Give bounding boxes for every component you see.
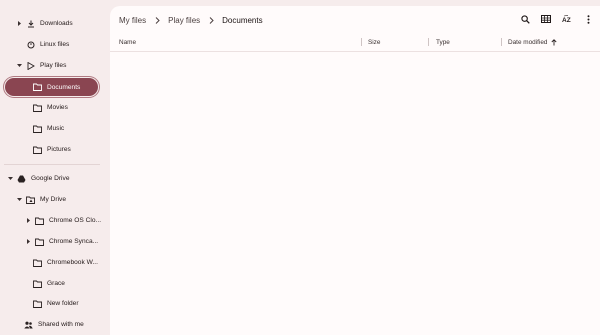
sidebar-item-label: Play files <box>40 62 67 69</box>
sidebar-item-label: Music <box>47 125 65 132</box>
sidebar-item-play-files[interactable]: Play files <box>16 56 66 75</box>
sidebar-item-my-drive[interactable]: My Drive <box>16 190 66 209</box>
chevron-down-icon[interactable] <box>16 62 23 69</box>
breadcrumb-play-files[interactable]: Play files <box>168 16 200 25</box>
column-resize-handle[interactable] <box>361 38 362 46</box>
column-header-label: Date modified <box>508 39 548 46</box>
play-icon <box>26 61 35 70</box>
download-icon <box>26 19 35 28</box>
sidebar-divider <box>4 164 100 165</box>
folder-icon <box>33 299 42 308</box>
chevron-right-icon[interactable] <box>16 20 23 27</box>
breadcrumb-documents[interactable]: Documents <box>222 16 262 25</box>
sidebar-item-downloads[interactable]: Downloads <box>16 14 73 33</box>
sidebar-item-linux-files[interactable]: Linux files <box>26 35 69 54</box>
linux-penguin-icon <box>26 40 35 49</box>
folder-icon <box>33 258 42 267</box>
file-list-panel: My files Play files Documents AZ Name Si <box>110 6 600 335</box>
sidebar-item-chromebook[interactable]: Chromebook W... <box>33 253 98 272</box>
switch-view-button[interactable] <box>538 11 554 27</box>
sort-ascending-arrow-icon <box>551 39 557 46</box>
folder-icon <box>33 124 42 133</box>
column-header-size[interactable]: Size <box>368 33 380 52</box>
column-header-row: Name Size Type Date modified <box>110 33 600 52</box>
sidebar-item-pictures[interactable]: Pictures <box>33 140 71 159</box>
sidebar-item-label: Pictures <box>47 146 71 153</box>
sidebar-item-documents[interactable]: Documents <box>5 78 98 96</box>
column-header-type[interactable]: Type <box>436 33 450 52</box>
sidebar-item-label: New folder <box>47 300 79 307</box>
folder-icon <box>35 216 44 225</box>
column-header-date-modified[interactable]: Date modified <box>508 33 557 52</box>
more-vert-icon <box>587 14 590 24</box>
folder-icon <box>33 145 42 154</box>
sidebar-item-music[interactable]: Music <box>33 119 64 138</box>
search-icon <box>520 14 530 24</box>
scrollbar[interactable] <box>596 6 600 335</box>
sidebar-item-label: My Drive <box>40 196 67 203</box>
grid-view-icon <box>541 15 551 23</box>
sidebar-item-chrome-sync[interactable]: Chrome Synca... <box>25 232 98 251</box>
more-options-button[interactable] <box>580 11 596 27</box>
column-resize-handle[interactable] <box>428 38 429 46</box>
sidebar-item-grace[interactable]: Grace <box>33 274 65 293</box>
chevron-right-icon <box>209 16 214 24</box>
folder-icon <box>33 103 42 112</box>
chevron-down-icon[interactable] <box>16 196 23 203</box>
chevron-right-icon <box>155 16 160 24</box>
breadcrumb: My files Play files Documents <box>119 13 263 27</box>
search-button[interactable] <box>517 11 533 27</box>
sidebar-item-label: Linux files <box>40 41 70 48</box>
google-drive-icon <box>17 174 26 183</box>
svg-text:AZ: AZ <box>562 17 571 24</box>
column-header-name[interactable]: Name <box>119 33 136 52</box>
sidebar-item-movies[interactable]: Movies <box>33 98 68 117</box>
column-resize-handle[interactable] <box>501 38 502 46</box>
breadcrumb-my-files[interactable]: My files <box>119 16 146 25</box>
sidebar-item-label: Documents <box>47 83 81 91</box>
sidebar-item-label: Grace <box>47 280 65 287</box>
folder-icon <box>33 83 42 92</box>
drive-folder-icon <box>26 195 35 204</box>
sidebar-item-label: Chromebook W... <box>47 259 98 266</box>
sidebar-item-label: Movies <box>47 104 68 111</box>
sidebar: Downloads Linux files Play files Documen… <box>0 0 106 335</box>
sidebar-item-label: Downloads <box>40 20 73 27</box>
chevron-right-icon[interactable] <box>25 238 32 245</box>
sort-az-icon: AZ <box>562 14 573 24</box>
sidebar-item-google-drive[interactable]: Google Drive <box>7 169 69 188</box>
chevron-down-icon[interactable] <box>7 175 14 182</box>
sidebar-item-chrome-os-cloud[interactable]: Chrome OS Clo... <box>25 211 101 230</box>
sidebar-item-new-folder[interactable]: New folder <box>33 294 79 313</box>
sidebar-item-shared-with-me[interactable]: Shared with me <box>24 315 84 334</box>
sidebar-item-label: Chrome Synca... <box>49 238 99 245</box>
people-icon <box>24 320 33 329</box>
sort-button[interactable]: AZ <box>559 11 575 27</box>
sidebar-item-label: Chrome OS Clo... <box>49 217 102 224</box>
chevron-right-icon[interactable] <box>25 217 32 224</box>
sidebar-item-label: Shared with me <box>38 321 84 328</box>
folder-icon <box>33 279 42 288</box>
folder-icon <box>35 237 44 246</box>
sidebar-item-label: Google Drive <box>31 175 70 182</box>
